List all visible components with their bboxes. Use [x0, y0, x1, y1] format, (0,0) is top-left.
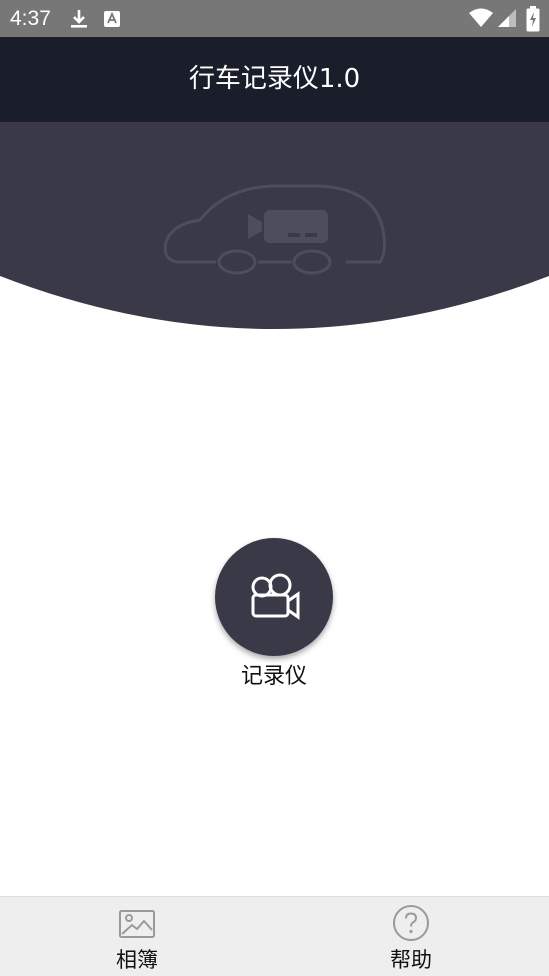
header-banner [0, 122, 549, 334]
battery-charging-icon [526, 6, 540, 36]
app-bar: 行车记录仪1.0 [0, 37, 549, 122]
screen: 4:37 行车记录仪1.0 记录仪 相簿 帮助 [0, 0, 549, 976]
nav-album[interactable]: 相簿 [67, 897, 207, 976]
notification-a-icon [103, 10, 121, 32]
nav-help[interactable]: 帮助 [341, 897, 481, 976]
nav-album-label: 相簿 [116, 948, 158, 972]
video-camera-icon [251, 573, 300, 620]
wifi-icon [468, 8, 494, 32]
status-time: 4:37 [10, 7, 51, 30]
nav-help-label: 帮助 [390, 948, 432, 972]
signal-icon [497, 8, 517, 32]
bottom-nav: 相簿 帮助 [0, 896, 549, 976]
recorder-label: 记录仪 [240, 664, 307, 689]
status-bar: 4:37 [0, 0, 549, 37]
download-icon [68, 8, 90, 34]
image-icon [117, 903, 157, 943]
app-title: 行车记录仪1.0 [188, 64, 361, 94]
recorder-button[interactable] [215, 538, 333, 656]
help-circle-icon [391, 903, 431, 943]
